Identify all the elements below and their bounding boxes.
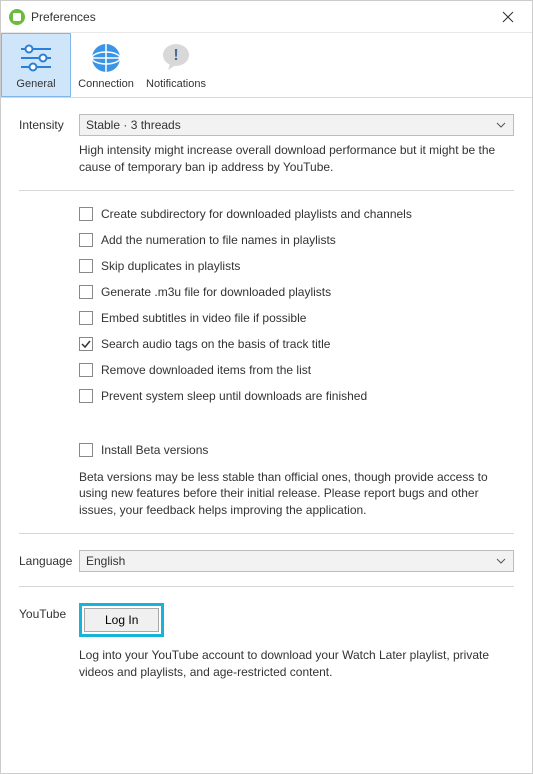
tab-general-label: General [2,78,70,90]
tab-notifications[interactable]: ! Notifications [141,33,211,97]
titlebar: Preferences [1,1,532,33]
checkbox-icon [79,259,93,273]
tab-toolbar: General Connection ! Notifications [1,33,532,98]
language-dropdown[interactable]: English [79,550,514,572]
app-icon [9,9,25,25]
content-area: Intensity Stable · 3 threads High intens… [1,98,532,697]
option-label: Remove downloaded items from the list [101,363,311,377]
option-label: Create subdirectory for downloaded playl… [101,207,412,221]
youtube-row: YouTube Log In Log into your YouTube acc… [19,603,514,681]
tab-connection[interactable]: Connection [71,33,141,97]
divider [19,190,514,191]
language-label: Language [19,550,79,568]
beta-checkbox-label: Install Beta versions [101,443,208,457]
checkbox-icon [79,389,93,403]
option-label: Generate .m3u file for downloaded playli… [101,285,331,299]
checkbox-icon [79,207,93,221]
language-value: English [86,554,495,568]
chevron-down-icon [495,554,507,568]
option-row[interactable]: Prevent system sleep until downloads are… [79,389,514,403]
close-button[interactable] [492,5,524,29]
youtube-help: Log into your YouTube account to downloa… [79,647,514,681]
options-list: Create subdirectory for downloaded playl… [79,207,514,403]
checkbox-icon [79,311,93,325]
option-row[interactable]: Embed subtitles in video file if possibl… [79,311,514,325]
divider [19,586,514,587]
svg-text:!: ! [173,47,178,64]
intensity-row: Intensity Stable · 3 threads High intens… [19,114,514,176]
globe-icon [72,40,140,76]
option-label: Search audio tags on the basis of track … [101,337,330,351]
login-button[interactable]: Log In [84,608,159,632]
option-row[interactable]: Remove downloaded items from the list [79,363,514,377]
checkbox-icon [79,233,93,247]
beta-checkbox-row[interactable]: Install Beta versions [79,443,514,457]
youtube-label: YouTube [19,603,79,621]
alert-bubble-icon: ! [142,40,210,76]
tab-connection-label: Connection [72,78,140,90]
option-label: Add the numeration to file names in play… [101,233,336,247]
chevron-down-icon [495,118,507,132]
checkbox-icon [79,285,93,299]
option-row[interactable]: Generate .m3u file for downloaded playli… [79,285,514,299]
option-row[interactable]: Skip duplicates in playlists [79,259,514,273]
divider [19,533,514,534]
window-title: Preferences [31,10,96,24]
checkbox-icon [79,337,93,351]
login-highlight: Log In [79,603,164,637]
intensity-help: High intensity might increase overall do… [79,142,514,176]
option-row[interactable]: Add the numeration to file names in play… [79,233,514,247]
option-row[interactable]: Create subdirectory for downloaded playl… [79,207,514,221]
intensity-label: Intensity [19,114,79,132]
checkbox-icon [79,443,93,457]
option-label: Skip duplicates in playlists [101,259,240,273]
sliders-icon [2,40,70,76]
option-label: Embed subtitles in video file if possibl… [101,311,306,325]
tab-notifications-label: Notifications [142,78,210,90]
option-row[interactable]: Search audio tags on the basis of track … [79,337,514,351]
checkbox-icon [79,363,93,377]
options-row: Create subdirectory for downloaded playl… [19,207,514,415]
language-row: Language English [19,550,514,572]
tab-general[interactable]: General [1,33,71,97]
option-label: Prevent system sleep until downloads are… [101,389,367,403]
beta-row: Install Beta versions Beta versions may … [19,443,514,519]
intensity-value: Stable · 3 threads [86,118,495,132]
beta-help: Beta versions may be less stable than of… [79,469,514,519]
intensity-dropdown[interactable]: Stable · 3 threads [79,114,514,136]
